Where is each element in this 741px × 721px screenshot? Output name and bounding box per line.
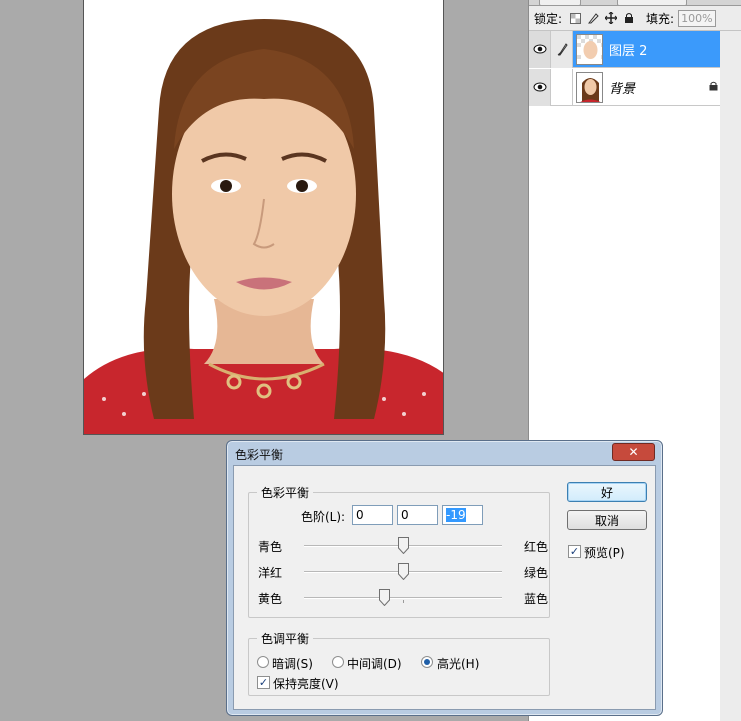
- lock-all-icon[interactable]: [622, 11, 636, 25]
- slider-thumb[interactable]: [379, 589, 390, 606]
- eye-icon[interactable]: [529, 68, 551, 106]
- radio-midtones-label[interactable]: 中间调(D): [347, 655, 402, 672]
- panel-scrollbar[interactable]: [720, 31, 741, 721]
- dialog-title: 色彩平衡: [235, 448, 284, 462]
- radio-midtones[interactable]: [332, 656, 344, 668]
- eye-icon[interactable]: [529, 30, 551, 68]
- layer-row-background[interactable]: 背景: [529, 68, 721, 106]
- fill-label: 填充:: [646, 11, 675, 26]
- ok-button[interactable]: 好: [567, 482, 647, 502]
- slider-thumb[interactable]: [398, 537, 409, 554]
- slider-left-label: 洋红: [258, 566, 283, 580]
- levels-label: 色阶(L):: [301, 510, 346, 524]
- layer-row-layer2[interactable]: 图层 2: [529, 30, 721, 68]
- lock-row: 锁定: 填充: 100%: [529, 6, 741, 31]
- lock-pixels-brush-icon[interactable]: [586, 11, 600, 25]
- level-magenta-green-input[interactable]: 0: [397, 505, 438, 525]
- center-tick: [403, 600, 404, 603]
- slider-cyan-red: 青色 红色: [258, 536, 548, 556]
- portrait-photo[interactable]: [83, 0, 444, 435]
- link-cell[interactable]: [551, 68, 573, 106]
- lock-position-move-icon[interactable]: [604, 11, 618, 25]
- lock-label: 锁定:: [534, 11, 563, 26]
- slider-track[interactable]: [304, 597, 502, 599]
- brush-link-icon[interactable]: [551, 30, 573, 68]
- radio-shadows-label[interactable]: 暗调(S): [272, 655, 313, 672]
- radio-highlights-label[interactable]: 高光(H): [437, 655, 479, 672]
- color-balance-legend: 色彩平衡: [261, 486, 310, 500]
- slider-yellow-blue: 黄色 蓝色: [258, 588, 548, 608]
- lock-transparent-icon[interactable]: [568, 11, 582, 25]
- color-balance-dialog: 色彩平衡 ✕ 色彩平衡 色阶(L): 0 0 -19 青色 红色 洋红 绿色 黄…: [226, 440, 663, 716]
- level-cyan-red-input[interactable]: 0: [352, 505, 393, 525]
- slider-left-label: 青色: [258, 540, 283, 554]
- preserve-luminosity-label[interactable]: 保持亮度(V): [273, 675, 339, 692]
- preview-checkbox[interactable]: ✓: [568, 545, 581, 558]
- tone-balance-legend: 色调平衡: [261, 632, 310, 646]
- radio-shadows[interactable]: [257, 656, 269, 668]
- preserve-luminosity-checkbox[interactable]: ✓: [257, 676, 270, 689]
- slider-right-label: 蓝色: [523, 592, 548, 606]
- level-yellow-blue-value: -19: [446, 508, 466, 522]
- preview-label[interactable]: 预览(P): [584, 544, 625, 561]
- layer-thumbnail: [576, 33, 603, 65]
- slider-right-label: 红色: [523, 540, 548, 554]
- layer-name[interactable]: 图层 2: [609, 40, 647, 59]
- layer-name[interactable]: 背景: [609, 78, 635, 97]
- level-yellow-blue-input[interactable]: -19: [442, 505, 483, 525]
- layer-lock-icon: [709, 81, 718, 94]
- close-button[interactable]: ✕: [612, 443, 655, 461]
- layer-thumbnail: [576, 71, 603, 103]
- radio-highlights[interactable]: [421, 656, 433, 668]
- slider-thumb[interactable]: [398, 563, 409, 580]
- cancel-button[interactable]: 取消: [567, 510, 647, 530]
- slider-left-label: 黄色: [258, 592, 283, 606]
- slider-right-label: 绿色: [523, 566, 548, 580]
- fill-input[interactable]: 100%: [678, 9, 717, 27]
- slider-magenta-green: 洋红 绿色: [258, 562, 548, 582]
- dialog-body: 色彩平衡 色阶(L): 0 0 -19 青色 红色 洋红 绿色 黄色 蓝色 色调…: [233, 465, 656, 710]
